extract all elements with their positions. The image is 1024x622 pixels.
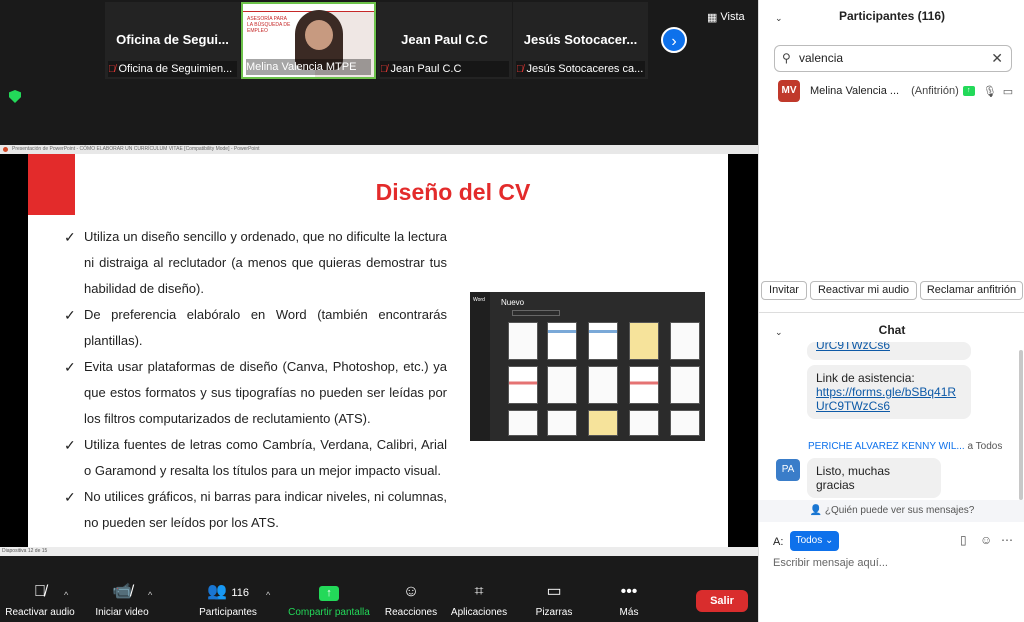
video-icon: ▭ [1002,85,1014,98]
more-button[interactable]: ••• Más [612,581,646,621]
invite-button[interactable]: Invitar [761,281,807,300]
video-tile-oficina[interactable]: Oficina de Segui... 🎙̸ Oficina de Seguimi… [105,2,240,79]
video-off-icon: 📹̸ ^ [90,581,154,603]
chat-message: Listo, muchas gracias [807,458,941,498]
smiley-plus-icon: ☺ [402,583,420,600]
attendance-link[interactable]: https://forms.gle/bSBq41RUrC9TWzCs6 [816,385,962,413]
bullet-item: ✓ Utiliza un diseño sencillo y ordenado, … [64,224,447,302]
participant-search-input[interactable]: ⚲ valencia ✕ [774,45,1012,72]
emoji-icon[interactable]: ☺ [980,533,992,547]
participant-row[interactable]: MV Melina Valencia ... (Anfitrión) ↑ 🎙 ▭ [778,80,1018,102]
chevron-right-icon: › [671,33,677,50]
mic-off-icon: 🎙̸ ^ [4,581,76,603]
word-templates-image: Word Nuevo [470,292,705,441]
mic-muted-icon: 🎙̸ [380,63,388,75]
meeting-area: Oficina de Segui... 🎙̸ Oficina de Seguimi… [0,0,758,622]
bullet-item: ✓ No utilices gráficos, ni barras para in… [64,484,447,536]
video-tile-jean-paul[interactable]: Jean Paul C.C 🎙̸ Jean Paul C.C [377,2,512,79]
bullet-item: ✓ Utiliza fuentes de letras como Cambría,… [64,432,447,484]
tile-footer-name: Jean Paul C.C [390,63,462,75]
participant-role: (Anfitrión) [911,85,959,97]
chat-message: Link de asistencia: https://forms.gle/bS… [807,365,971,419]
share-screen-icon: ↑ [319,586,339,601]
reactions-button[interactable]: ☺ Reacciones [384,581,438,621]
grid-icon: ▦ [707,11,718,24]
participants-button[interactable]: 👥 116 ^ Participantes [196,581,270,621]
unmute-button[interactable]: 🎙̸ ^ Reactivar audio [4,581,76,621]
search-icon: ⚲ [782,51,791,65]
chat-message-truncated: UrC9TWzCs6 [807,342,971,360]
shared-window-titlebar: Presentación de PowerPoint - CÓMO ELABOR… [0,145,758,154]
whiteboards-button[interactable]: ▭ Pizarras [534,581,574,621]
share-screen-button[interactable]: ↑ Compartir pantalla [285,581,373,621]
apps-icon: ⌗ [474,583,484,600]
view-button[interactable]: ▦ Vista [707,9,751,25]
leave-button[interactable]: Salir [696,590,748,612]
chevron-up-icon[interactable]: ^ [64,584,68,606]
bullet-item: ✓ Evita usar plataformas de diseño (Canva… [64,354,447,432]
chevron-up-icon[interactable]: ^ [266,584,270,606]
meeting-toolbar: 🎙̸ ^ Reactivar audio 📹̸ ^ Iniciar video 👥 … [0,576,758,622]
video-tile-jesus[interactable]: Jesús Sotocacer... 🎙̸ Jesús Sotocaceres c… [513,2,648,79]
people-icon: 👤 [809,505,825,516]
mic-muted-icon: 🎙̸ [516,63,524,75]
chevron-down-icon: ⌄ [825,535,834,546]
recipient-dropdown[interactable]: Todos ⌄ [790,531,839,551]
speaker-background-text: ASESORÍA PARA LA BÚSQUEDA DE EMPLEO [247,16,291,34]
tile-footer-name: Melina Valencia MTPE [246,61,357,73]
claim-host-button[interactable]: Reclamar anfitrión [920,281,1023,300]
apps-button[interactable]: ⌗ Aplicaciones [450,581,508,621]
chat-title: Chat [878,323,906,337]
start-video-button[interactable]: 📹̸ ^ Iniciar video [90,581,154,621]
mic-icon: 🎙 [982,85,997,98]
checkmark-icon: ✓ [64,437,76,453]
security-shield-icon[interactable] [9,90,21,103]
file-icon[interactable]: ▯ [960,533,967,547]
unmute-me-button[interactable]: Reactivar mi audio [810,281,917,300]
mic-muted-icon: 🎙̸ [108,63,116,75]
slide-bullets: ✓ Utiliza un diseño sencillo y ordenado, … [64,224,447,536]
chat-message-input[interactable]: Escribir mensaje aquí... [773,557,1013,573]
more-dots-icon[interactable]: ⋯ [1001,533,1013,547]
share-status-icon: ↑ [962,86,975,96]
who-can-see-link[interactable]: 👤 ¿Quién puede ver sus mensajes? [759,500,1024,522]
tile-footer-name: Oficina de Seguimien... [118,63,233,75]
tile-footer-name: Jesús Sotocaceres ca... [526,63,644,75]
more-dots-icon: ••• [620,583,638,600]
slide-title: Diseño del CV [375,179,531,205]
participants-title: Participantes (116) [838,9,946,23]
slide: Diseño del CV ✓ Utiliza un diseño sencill… [28,154,728,547]
bullet-item: ✓ De preferencia elabóralo en Word (tambi… [64,302,447,354]
avatar: PA [776,459,800,481]
ppt-statusbar: Diapositiva 12 de 15 [0,547,758,556]
video-strip: Oficina de Segui... 🎙̸ Oficina de Seguimi… [0,0,758,145]
shared-screen: Diseño del CV ✓ Utiliza un diseño sencill… [0,154,758,547]
video-tile-active-speaker[interactable]: ASESORÍA PARA LA BÚSQUEDA DE EMPLEO Meli… [241,2,376,79]
participants-icon: 👥 [207,583,227,600]
next-page-button[interactable]: › [661,27,687,53]
checkmark-icon: ✓ [64,359,76,375]
side-panel: ⌄ Participantes (116) ⚲ valencia ✕ MV Me… [758,0,1024,622]
chat-sender: PERICHE ALVAREZ KENNY WIL... a Todos [808,441,1003,452]
chevron-up-icon[interactable]: ^ [148,584,152,606]
whiteboard-icon: ▭ [546,583,562,600]
participant-name: Melina Valencia ... [810,85,900,97]
chat-scrollbar[interactable] [1019,350,1023,500]
avatar: MV [778,80,800,102]
checkmark-icon: ✓ [64,307,76,323]
powerpoint-icon [3,147,8,152]
checkmark-icon: ✓ [64,229,76,245]
checkmark-icon: ✓ [64,489,76,505]
clear-search-icon[interactable]: ✕ [991,46,1003,71]
